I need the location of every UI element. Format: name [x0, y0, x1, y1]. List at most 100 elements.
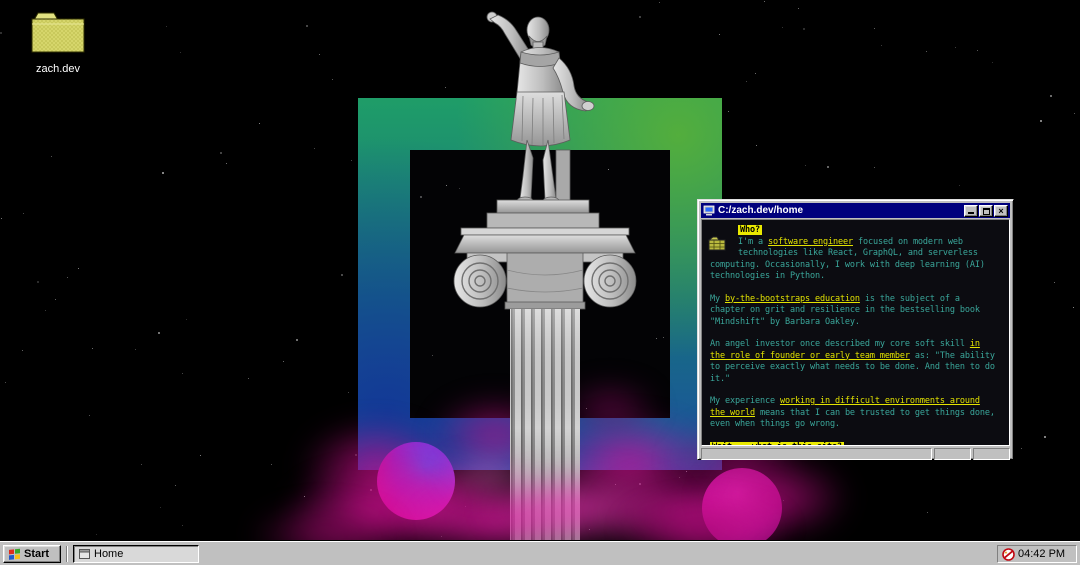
terminal-paragraph: My by-the-bootstraps education is the su… [710, 294, 1005, 329]
star [160, 507, 161, 508]
star [656, 338, 657, 339]
star [756, 145, 757, 146]
star [746, 81, 747, 82]
task-button-home[interactable]: Home [73, 545, 199, 563]
star [182, 525, 183, 526]
star [180, 52, 181, 53]
star [271, 464, 272, 465]
star [1073, 307, 1074, 308]
footer-badge[interactable]: Wait... what is this site? [710, 442, 844, 447]
terminal-text: it." [710, 374, 730, 384]
terminal-link[interactable]: in [970, 339, 980, 349]
star [1040, 120, 1042, 122]
star [764, 1, 765, 2]
blocked-icon[interactable] [1002, 548, 1015, 561]
star [135, 349, 136, 350]
window-titlebar[interactable]: C:/zach.dev/home × [701, 203, 1010, 218]
terminal-link[interactable]: the world [710, 408, 755, 418]
terminal-text: chapter on grit and resilience in the be… [710, 305, 980, 315]
star [959, 185, 960, 186]
terminal-text: means that I can be trusted to get thing… [755, 408, 995, 418]
star [874, 28, 875, 29]
star [977, 50, 978, 51]
status-panel [973, 448, 1010, 460]
windows-logo-icon [8, 548, 21, 560]
terminal-body: Who?I'm a software engineer focused on m… [701, 219, 1010, 446]
terminal-line: the role of founder or early team member… [710, 351, 1005, 363]
star [798, 8, 799, 9]
star [1050, 95, 1052, 97]
terminal-line: computing. Occasionally, I work with dee… [710, 260, 1005, 272]
star [182, 373, 183, 374]
star [659, 2, 660, 3]
terminal-line: My experience working in difficult envir… [710, 396, 1005, 408]
star [0, 32, 2, 34]
star [5, 382, 6, 383]
star [1, 218, 2, 219]
terminal-line: it." [710, 374, 1005, 386]
terminal-line: even when things go wrong. [710, 419, 1005, 431]
star [45, 310, 46, 311]
star [926, 51, 927, 52]
terminal-text: technologies in Python. [710, 271, 825, 281]
computer-icon [703, 205, 715, 216]
star [306, 25, 308, 27]
start-label: Start [24, 548, 49, 560]
star [259, 123, 260, 124]
close-button[interactable]: × [994, 205, 1008, 217]
star [226, 163, 227, 164]
terminal-line: technologies like React, GraphQL, and se… [710, 248, 1005, 260]
window-icon [79, 549, 90, 559]
star [220, 152, 222, 154]
card-file-icon [708, 236, 726, 251]
star [37, 281, 39, 283]
minimize-button[interactable] [964, 205, 978, 217]
star [1054, 282, 1055, 283]
star [92, 348, 93, 349]
smoke-cloud [440, 452, 540, 497]
desktop-folder-zach-dev[interactable]: zach.dev [22, 8, 94, 75]
clock[interactable]: 04:42 PM [1018, 548, 1065, 560]
terminal-paragraph: My experience working in difficult envir… [710, 396, 1005, 431]
star [1021, 448, 1022, 449]
taskbar: Start Home 04:42 PM [0, 541, 1080, 565]
star [432, 355, 433, 356]
folder-label: zach.dev [22, 63, 94, 75]
terminal-line: technologies in Python. [710, 271, 1005, 283]
star [881, 45, 882, 46]
star [351, 160, 352, 161]
star [728, 111, 729, 112]
terminal-link[interactable]: software engineer [768, 237, 853, 247]
maximize-button[interactable] [979, 205, 993, 217]
star [22, 350, 23, 351]
star [248, 378, 249, 379]
terminal-line: "Mindshift" by Barbara Oakley. [710, 317, 1005, 329]
star [141, 464, 142, 465]
terminal-link[interactable]: by-the-bootstraps education [725, 294, 860, 304]
star [1074, 113, 1075, 114]
terminal-line: An angel investor once described my core… [710, 339, 1005, 351]
star [51, 156, 52, 157]
star [55, 299, 56, 300]
terminal-link[interactable]: the role of founder or early team member [710, 351, 910, 361]
star [296, 339, 298, 341]
terminal-line: to perceive exactly what needs to be don… [710, 362, 1005, 374]
star [420, 196, 422, 198]
star [348, 392, 349, 393]
star [78, 268, 79, 269]
star [782, 27, 783, 28]
terminal-text: even when things go wrong. [710, 419, 840, 429]
star [67, 277, 68, 278]
column-capital [454, 200, 636, 309]
terminal-paragraph: Who?I'm a software engineer focused on m… [710, 225, 1005, 283]
window-statusbar [701, 448, 1010, 460]
terminal-paragraph: An angel investor once described my core… [710, 339, 1005, 385]
star [805, 165, 806, 166]
terminal-line: the world means that I can be trusted to… [710, 408, 1005, 420]
terminal-text: An angel investor once described my core… [710, 339, 970, 349]
start-button[interactable]: Start [3, 545, 61, 563]
star [89, 415, 90, 416]
star [175, 485, 176, 486]
star [283, 361, 284, 362]
terminal-link[interactable]: working in difficult environments around [780, 396, 980, 406]
